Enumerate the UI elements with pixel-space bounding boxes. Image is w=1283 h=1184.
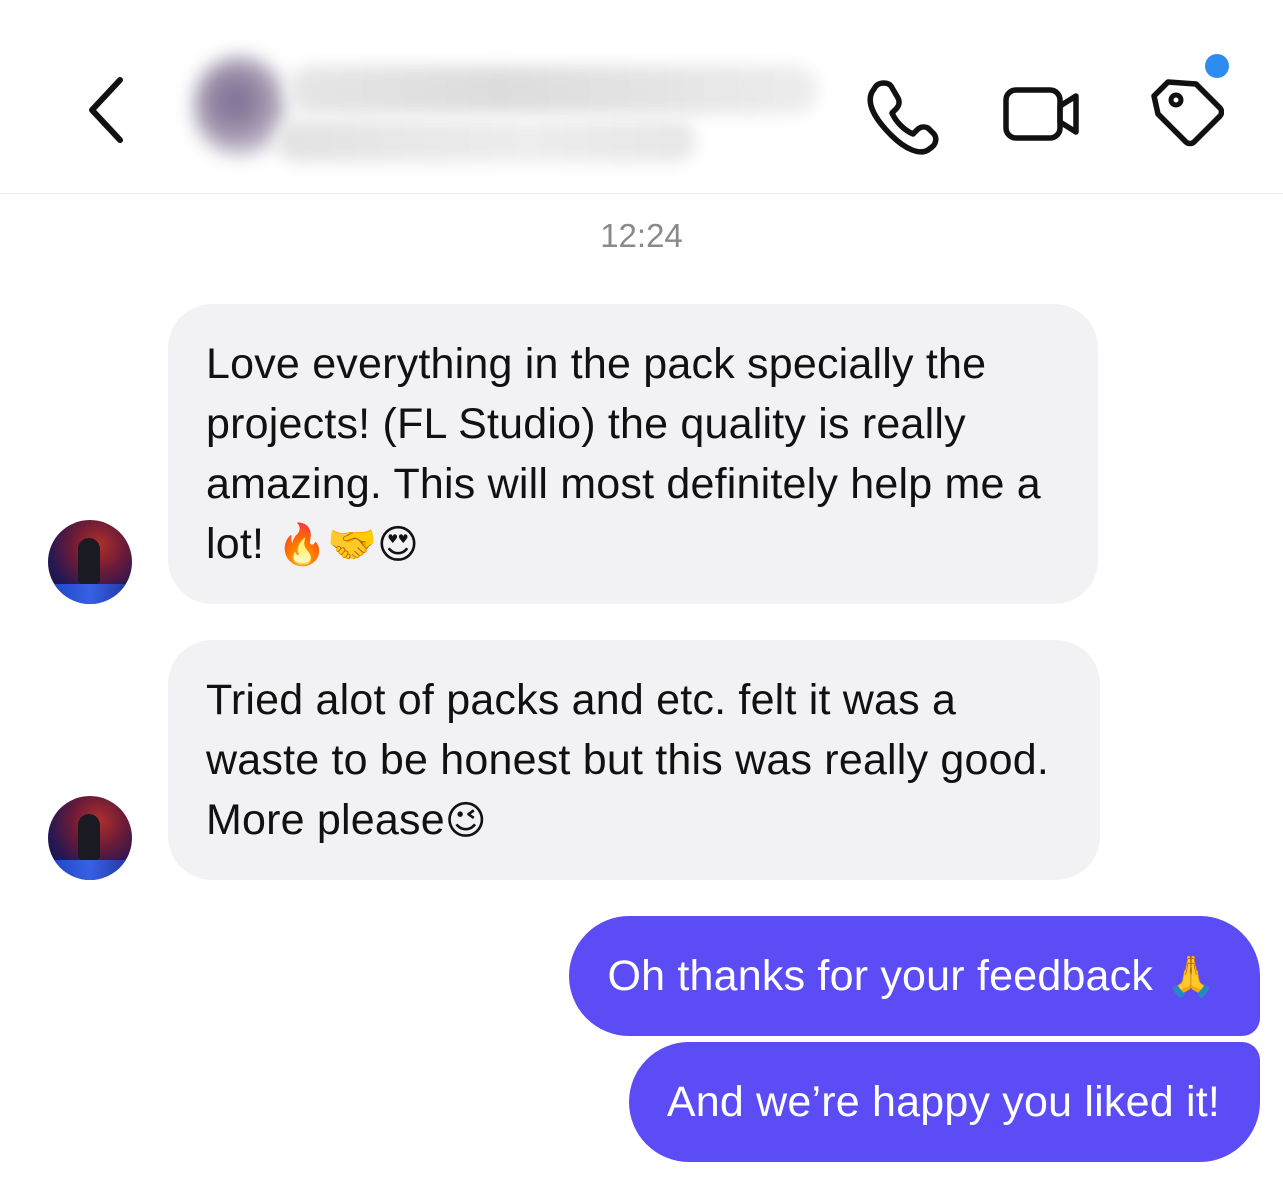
video-camera-icon (1003, 87, 1079, 141)
message-timestamp: 12:24 (600, 217, 683, 254)
incoming-message[interactable]: Love everything in the pack specially th… (168, 304, 1098, 604)
back-button[interactable] (78, 70, 138, 150)
contact-info[interactable] (188, 48, 828, 168)
outgoing-message[interactable]: And we’re happy you liked it! (628, 1042, 1260, 1162)
outgoing-message[interactable]: Oh thanks for your feedback 🙏 (569, 916, 1260, 1036)
contact-name (288, 66, 818, 114)
chat-screen: 12:24 Love everything in the pack specia… (0, 0, 1283, 1184)
notification-dot (1205, 54, 1229, 78)
video-call-button[interactable] (998, 72, 1082, 156)
incoming-message[interactable]: Tried alot of packs and etc. felt it was… (168, 640, 1100, 880)
contact-subtitle (276, 120, 696, 162)
sender-avatar[interactable] (48, 520, 132, 604)
message-text: Oh thanks for your feedback (607, 952, 1154, 1000)
message-text: Tried alot of packs and etc. felt it was… (206, 676, 1050, 844)
tag-button[interactable] (1140, 72, 1225, 156)
tag-icon (1151, 79, 1225, 147)
contact-avatar[interactable] (194, 56, 286, 156)
sender-avatar[interactable] (48, 796, 132, 880)
phone-icon (867, 80, 939, 155)
message-emoji: 🙏 (1153, 954, 1216, 1000)
chevron-left-icon (89, 77, 123, 143)
chat-header (0, 0, 1283, 194)
message-emoji: 🔥🤝😍 (264, 522, 419, 568)
message-text: And we’re happy you liked it! (666, 1078, 1220, 1126)
call-button[interactable] (858, 72, 942, 156)
message-emoji: 😉 (444, 798, 487, 844)
